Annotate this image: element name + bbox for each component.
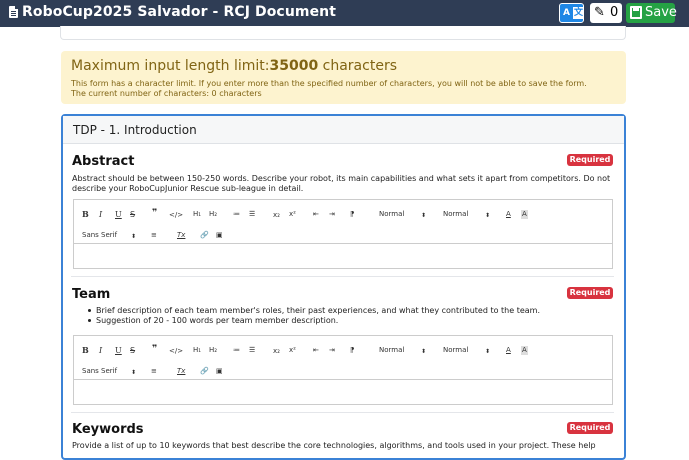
size-select-arrow-icon: ⬍ (421, 212, 427, 219)
question-description-team: Brief description of each team member's … (86, 306, 540, 326)
header-1-button[interactable]: H₁ (193, 346, 201, 355)
underline-button[interactable]: U (115, 346, 122, 355)
header-select[interactable]: Normal (443, 346, 468, 355)
translate-icon-left: A (563, 8, 570, 18)
header-2-button[interactable]: H₂ (209, 210, 217, 219)
underline-button[interactable]: U (115, 210, 122, 219)
header-1-button[interactable]: H₁ (193, 210, 201, 219)
blockquote-button[interactable]: ❞ (152, 209, 157, 218)
font-color-button[interactable]: A (506, 210, 511, 219)
editor-content-area[interactable] (74, 244, 612, 268)
header-select-arrow-icon: ⬍ (485, 212, 491, 219)
subscript-button[interactable]: x₂ (273, 347, 280, 356)
header-2-button[interactable]: H₂ (209, 346, 217, 355)
clean-format-button[interactable]: Tx (177, 231, 185, 240)
italic-button[interactable]: I (99, 210, 102, 219)
character-limit-number: 35000 (269, 58, 319, 74)
section-title: TDP - 1. Introduction (73, 123, 197, 137)
code-button[interactable]: </> (169, 347, 183, 356)
superscript-button[interactable]: x² (289, 210, 296, 219)
edit-count: 0 (610, 5, 619, 20)
blockquote-button[interactable]: ❞ (152, 345, 157, 354)
required-badge: Required (567, 422, 613, 434)
list-item: Brief description of each team member's … (86, 306, 540, 316)
ordered-list-button[interactable]: ≔ (233, 210, 240, 219)
section-card: TDP - 1. Introduction (61, 114, 626, 460)
section-header: TDP - 1. Introduction (63, 116, 624, 144)
code-button[interactable]: </> (169, 211, 183, 220)
direction-button[interactable]: ⁋ (350, 210, 354, 219)
indent-button[interactable]: ⇥ (329, 346, 335, 355)
size-select[interactable]: Normal (379, 346, 404, 355)
question-description-abstract: Abstract should be between 150-250 words… (72, 174, 611, 193)
link-button[interactable]: 🔗 (200, 367, 209, 376)
character-limit-title: Maximum input length limit:35000 charact… (71, 58, 397, 74)
italic-button[interactable]: I (99, 346, 102, 355)
background-color-button[interactable]: A (521, 210, 528, 219)
background-color-button[interactable]: A (521, 346, 528, 355)
question-title-team: Team (72, 287, 111, 302)
required-badge: Required (567, 287, 613, 299)
translate-icon-right: 文 (573, 7, 585, 19)
rich-text-editor-abstract: B I U S ❞ </> H₁ H₂ ≔ ☰ x₂ x² ⇤ ⇥ ⁋ Norm… (73, 199, 613, 269)
character-count: The current number of characters: 0 char… (71, 89, 262, 98)
header-select[interactable]: Normal (443, 210, 468, 219)
outdent-button[interactable]: ⇤ (313, 346, 319, 355)
previous-card-bottom (60, 26, 626, 40)
character-limit-info: This form has a character limit. If you … (71, 79, 587, 88)
image-button[interactable]: ▣ (216, 367, 223, 376)
align-button[interactable]: ≡ (151, 231, 157, 240)
header-select-arrow-icon: ⬍ (485, 348, 491, 355)
editor-content-area[interactable] (74, 380, 612, 404)
question-title-keywords: Keywords (72, 422, 144, 437)
question-title-abstract: Abstract (72, 154, 135, 169)
bold-button[interactable]: B (82, 346, 89, 355)
strike-button[interactable]: S (130, 346, 135, 355)
bullet-list-button[interactable]: ☰ (249, 210, 255, 219)
app-header: RoboCup2025 Salvador - RCJ Document A 文 … (0, 0, 689, 27)
question-divider (71, 412, 614, 413)
question-divider (71, 276, 614, 277)
direction-button[interactable]: ⁋ (350, 346, 354, 355)
list-item: Suggestion of 20 - 100 words per team me… (86, 316, 540, 326)
rich-text-editor-team: B I U S ❞ </> H₁ H₂ ≔ ☰ x₂ x² ⇤ ⇥ ⁋ Norm… (73, 335, 613, 405)
ordered-list-button[interactable]: ≔ (233, 346, 240, 355)
font-color-button[interactable]: A (506, 346, 511, 355)
save-button[interactable]: Save (626, 3, 677, 23)
bullet-list-button[interactable]: ☰ (249, 346, 255, 355)
size-select[interactable]: Normal (379, 210, 404, 219)
translate-button[interactable]: A 文 (559, 3, 585, 23)
image-button[interactable]: ▣ (216, 231, 223, 240)
link-button[interactable]: 🔗 (200, 231, 209, 240)
character-limit-alert: Maximum input length limit:35000 charact… (61, 51, 626, 104)
edit-count-button[interactable]: ✎ 0 (590, 3, 622, 23)
subscript-button[interactable]: x₂ (273, 211, 280, 220)
font-select[interactable]: Sans Serif (82, 231, 117, 240)
outdent-button[interactable]: ⇤ (313, 210, 319, 219)
document-title: RoboCup2025 Salvador - RCJ Document (22, 4, 337, 20)
font-select-arrow-icon: ⬍ (131, 233, 137, 240)
required-badge: Required (567, 154, 613, 166)
strike-button[interactable]: S (130, 210, 135, 219)
floppy-disk-icon (630, 6, 642, 19)
font-select[interactable]: Sans Serif (82, 367, 117, 376)
indent-button[interactable]: ⇥ (329, 210, 335, 219)
save-label: Save (645, 5, 677, 20)
bold-button[interactable]: B (82, 210, 89, 219)
editor-toolbar: B I U S ❞ </> H₁ H₂ ≔ ☰ x₂ x² ⇤ ⇥ ⁋ Norm… (74, 200, 612, 244)
size-select-arrow-icon: ⬍ (421, 348, 427, 355)
editor-toolbar: B I U S ❞ </> H₁ H₂ ≔ ☰ x₂ x² ⇤ ⇥ ⁋ Norm… (74, 336, 612, 380)
pencil-icon: ✎ (594, 5, 605, 20)
font-select-arrow-icon: ⬍ (131, 369, 137, 376)
align-button[interactable]: ≡ (151, 367, 157, 376)
superscript-button[interactable]: x² (289, 346, 296, 355)
document-icon (9, 6, 18, 18)
clean-format-button[interactable]: Tx (177, 367, 185, 376)
